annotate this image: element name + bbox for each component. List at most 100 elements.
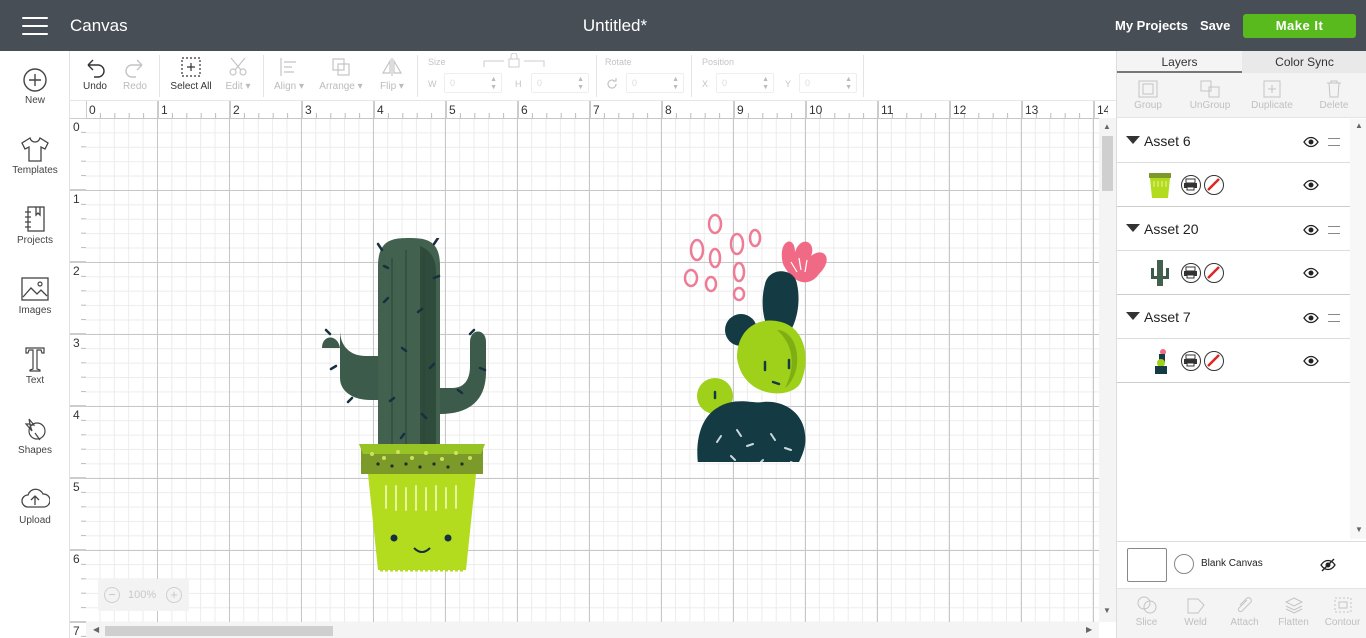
tab-color-sync[interactable]: Color Sync bbox=[1242, 51, 1366, 73]
scroll-up-icon[interactable]: ▲ bbox=[1103, 122, 1111, 131]
horizontal-scrollbar[interactable]: ◀ ▶ bbox=[86, 622, 1099, 638]
color-slash-icon[interactable] bbox=[1204, 351, 1224, 371]
scroll-down-icon[interactable]: ▼ bbox=[1355, 525, 1363, 534]
layer-group[interactable]: Asset 20 bbox=[1117, 207, 1350, 251]
flip-menu[interactable]: Flip ▾ bbox=[372, 51, 412, 101]
vertical-scroll-thumb[interactable] bbox=[1102, 136, 1113, 191]
delete-button[interactable]: Delete bbox=[1303, 76, 1365, 111]
attach-label: Attach bbox=[1230, 617, 1259, 628]
ungroup-button[interactable]: UnGroup bbox=[1179, 76, 1241, 111]
nav-new-label: New bbox=[24, 95, 45, 106]
layer-tools: Group UnGroup Duplicate Delete bbox=[1117, 73, 1366, 118]
vertical-scrollbar[interactable]: ▲ ▼ bbox=[1099, 118, 1116, 622]
drag-handle-icon[interactable] bbox=[1328, 314, 1340, 322]
drag-handle-icon[interactable] bbox=[1328, 226, 1340, 234]
eye-icon[interactable] bbox=[1303, 136, 1319, 148]
my-projects-link[interactable]: My Projects bbox=[1115, 18, 1188, 33]
layer-item[interactable] bbox=[1117, 251, 1350, 295]
nav-text[interactable]: Text bbox=[0, 345, 70, 386]
collapse-triangle-icon[interactable] bbox=[1126, 136, 1140, 144]
flowering-cactus-image[interactable] bbox=[681, 212, 856, 462]
canvas-color-swatch[interactable] bbox=[1127, 548, 1167, 582]
save-button[interactable]: Save bbox=[1200, 18, 1230, 33]
lock-icon[interactable] bbox=[482, 53, 546, 71]
nav-upload[interactable]: Upload bbox=[0, 485, 70, 526]
group-button[interactable]: Group bbox=[1117, 76, 1179, 111]
cloud-upload-icon bbox=[21, 488, 50, 508]
stepper-arrows-icon[interactable]: ▲ ▼ bbox=[490, 76, 497, 92]
eye-icon[interactable] bbox=[1303, 224, 1319, 236]
scroll-up-icon[interactable]: ▲ bbox=[1355, 121, 1363, 130]
zoom-out-button[interactable]: − bbox=[104, 587, 120, 603]
contour-button[interactable]: Contour bbox=[1318, 593, 1366, 628]
nav-images[interactable]: Images bbox=[0, 275, 70, 316]
select-all-button[interactable]: Select All bbox=[166, 51, 216, 101]
panel-tabs: Layers Color Sync bbox=[1117, 51, 1366, 73]
undo-button[interactable]: Undo bbox=[76, 51, 114, 101]
nav-new[interactable]: New bbox=[0, 67, 70, 106]
collapse-triangle-icon[interactable] bbox=[1126, 224, 1140, 232]
flip-icon bbox=[381, 58, 403, 76]
x-position-input[interactable]: 0 ▲ ▼ bbox=[716, 73, 774, 93]
scroll-down-icon[interactable]: ▼ bbox=[1103, 606, 1111, 615]
eye-icon[interactable] bbox=[1303, 179, 1319, 191]
potted-cactus-image[interactable] bbox=[302, 238, 504, 580]
duplicate-button[interactable]: Duplicate bbox=[1241, 76, 1303, 111]
stepper-arrows-icon[interactable]: ▲ ▼ bbox=[762, 76, 769, 92]
layers-panel: Layers Color Sync Group UnGroup Duplicat… bbox=[1116, 51, 1366, 638]
print-then-cut-icon[interactable] bbox=[1181, 175, 1201, 195]
weld-button[interactable]: Weld bbox=[1171, 593, 1220, 628]
print-then-cut-icon[interactable] bbox=[1181, 351, 1201, 371]
undo-icon bbox=[87, 59, 105, 78]
collapse-triangle-icon[interactable] bbox=[1126, 312, 1140, 320]
redo-icon bbox=[125, 59, 143, 78]
drag-handle-icon[interactable] bbox=[1328, 138, 1340, 146]
stepper-arrows-icon[interactable]: ▲ ▼ bbox=[577, 76, 584, 92]
ruler-label: 8 bbox=[665, 103, 672, 117]
y-position-input[interactable]: 0 ▲ ▼ bbox=[799, 73, 857, 93]
flip-label: Flip bbox=[380, 81, 397, 92]
flatten-button[interactable]: Flatten bbox=[1269, 593, 1318, 628]
left-sidebar: New Templates Projects Images Text Shape… bbox=[0, 51, 70, 638]
align-menu[interactable]: Align ▾ bbox=[268, 51, 310, 101]
eye-icon[interactable] bbox=[1303, 312, 1319, 324]
text-t-icon bbox=[25, 347, 45, 372]
layer-item[interactable] bbox=[1117, 163, 1350, 207]
canvas-grid[interactable] bbox=[86, 118, 1099, 622]
scroll-right-icon[interactable]: ▶ bbox=[1086, 625, 1092, 634]
rotate-input[interactable]: 0 ▲ ▼ bbox=[626, 73, 684, 93]
scroll-left-icon[interactable]: ◀ bbox=[93, 625, 99, 634]
zoom-in-button[interactable]: + bbox=[166, 587, 182, 603]
layer-group[interactable]: Asset 7 bbox=[1117, 295, 1350, 339]
stepper-arrows-icon[interactable]: ▲ ▼ bbox=[672, 76, 679, 92]
edit-menu[interactable]: Edit ▾ bbox=[218, 51, 258, 101]
eye-icon[interactable] bbox=[1303, 267, 1319, 279]
layer-item[interactable] bbox=[1117, 339, 1350, 383]
layers-list: Asset 6 Asset 20 Asset 7 bbox=[1117, 119, 1350, 534]
tab-layers[interactable]: Layers bbox=[1117, 51, 1242, 73]
panel-scrollbar[interactable]: ▲ ▼ bbox=[1350, 119, 1366, 539]
redo-button[interactable]: Redo bbox=[116, 51, 154, 101]
blank-canvas-row: Blank Canvas bbox=[1117, 541, 1366, 587]
attach-button[interactable]: Attach bbox=[1220, 593, 1269, 628]
stepper-arrows-icon[interactable]: ▲ ▼ bbox=[845, 76, 852, 92]
eye-icon[interactable] bbox=[1303, 355, 1319, 367]
eye-hidden-icon[interactable] bbox=[1320, 558, 1336, 572]
print-then-cut-icon[interactable] bbox=[1181, 263, 1201, 283]
horizontal-scroll-thumb[interactable] bbox=[105, 626, 333, 636]
height-input[interactable]: 0 ▲ ▼ bbox=[531, 73, 589, 93]
color-slash-icon[interactable] bbox=[1204, 263, 1224, 283]
nav-projects[interactable]: Projects bbox=[0, 205, 70, 246]
width-input[interactable]: 0 ▲ ▼ bbox=[444, 73, 502, 93]
nav-shapes[interactable]: Shapes bbox=[0, 415, 70, 456]
color-slash-icon[interactable] bbox=[1204, 175, 1224, 195]
layer-group[interactable]: Asset 6 bbox=[1117, 119, 1350, 163]
arrange-menu[interactable]: Arrange ▾ bbox=[313, 51, 369, 101]
nav-templates[interactable]: Templates bbox=[0, 135, 70, 176]
shapes-icon bbox=[24, 418, 46, 441]
slice-button[interactable]: Slice bbox=[1122, 593, 1171, 628]
ruler-label: 1 bbox=[73, 192, 80, 206]
canvas-color-circle[interactable] bbox=[1174, 554, 1194, 574]
make-it-button[interactable]: Make It bbox=[1243, 14, 1356, 38]
design-canvas[interactable]: 0 1 2 3 4 5 6 7 8 9 10 11 12 13 14 01234567 bbox=[70, 101, 1116, 638]
